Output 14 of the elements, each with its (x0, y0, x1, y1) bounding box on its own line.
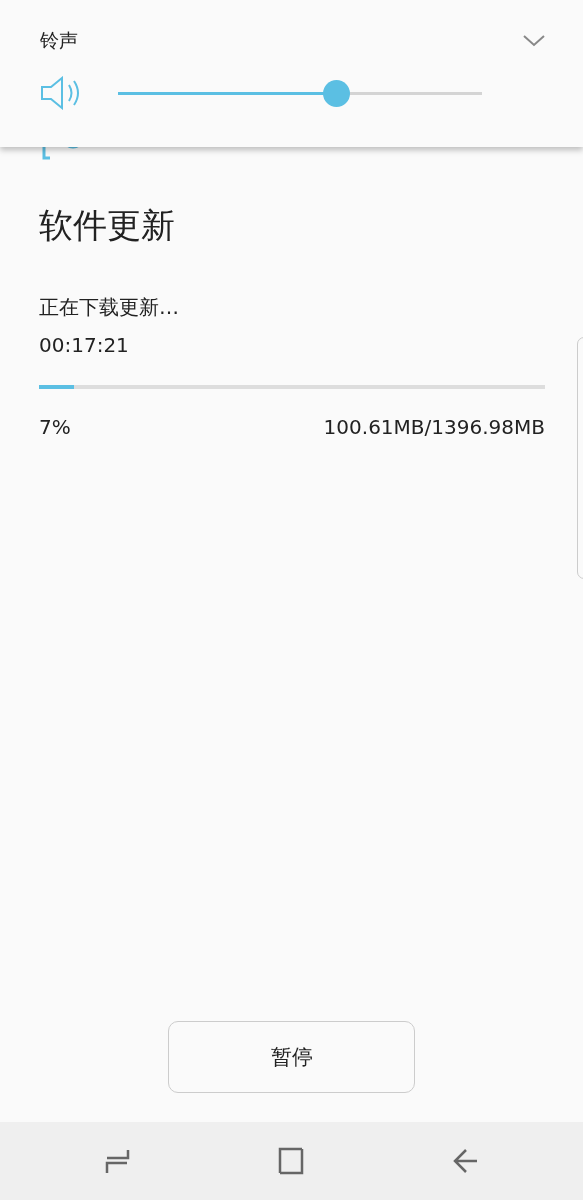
volume-slider[interactable] (118, 79, 482, 107)
size-text: 100.61MB/1396.98MB (323, 415, 545, 439)
percent-text: 7% (39, 415, 71, 439)
recent-apps-icon[interactable] (103, 1147, 132, 1175)
elapsed-time: 00:17:21 (39, 333, 130, 357)
page-title: 软件更新 (39, 204, 176, 247)
back-icon[interactable] (451, 1147, 480, 1175)
volume-label: 铃声 (40, 28, 78, 53)
slider-thumb[interactable] (323, 79, 351, 107)
home-icon[interactable] (277, 1147, 306, 1175)
download-status: 正在下载更新… (39, 294, 180, 321)
pause-button[interactable]: 暂停 (168, 1021, 415, 1093)
chevron-down-icon[interactable] (523, 35, 545, 47)
speaker-icon[interactable] (40, 76, 80, 110)
